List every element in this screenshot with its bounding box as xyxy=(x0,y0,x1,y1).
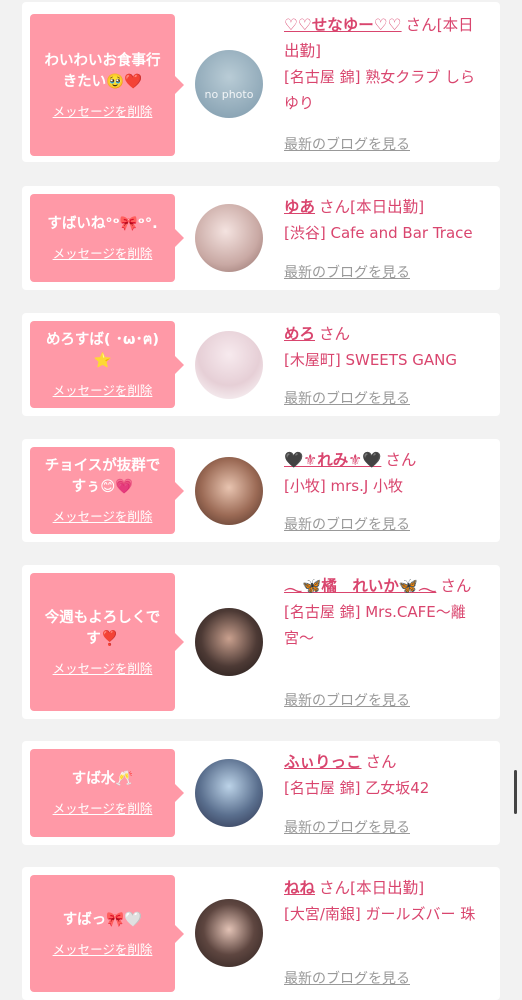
message-text: 今週もよろしくです❣️ xyxy=(44,609,161,647)
shop-name: [名古屋 錦] Mrs.CAFE〜離宮〜 xyxy=(284,603,466,647)
delete-message-link[interactable]: メッセージを削除 xyxy=(53,506,153,525)
message-text: めろすば( ･ω･ฅ)⭐ xyxy=(45,332,160,369)
girl-name-link[interactable]: 𓂃🦋橘 れいか🦋𓂃 xyxy=(284,577,436,595)
blog-link[interactable]: 最新のブログを見る xyxy=(284,262,410,282)
girl-info: めろ さん [木屋町] SWEETS GANG xyxy=(284,321,489,373)
message-card: チョイスが抜群ですぅ😊💗 メッセージを削除 🖤⚜れみ⚜🖤 さん [小牧] mrs.… xyxy=(22,439,500,542)
status-badge: [本日出勤] xyxy=(350,198,425,216)
avatar[interactable] xyxy=(195,759,263,827)
blog-link[interactable]: 最新のブログを見る xyxy=(284,134,410,154)
blog-link[interactable]: 最新のブログを見る xyxy=(284,690,410,710)
blog-link[interactable]: 最新のブログを見る xyxy=(284,968,410,988)
delete-message-link[interactable]: メッセージを削除 xyxy=(53,939,153,958)
girl-name-link[interactable]: 🖤⚜れみ⚜🖤 xyxy=(284,451,381,469)
message-text: すば水🥂 xyxy=(71,771,134,787)
honorific: さん xyxy=(405,16,437,34)
honorific: さん xyxy=(319,198,351,216)
message-card: すばいね°ᵒ🎀ᵒ°. メッセージを削除 ゆあ さん[本日出勤] [渋谷] Cafe… xyxy=(22,186,500,290)
girl-info: ふぃりっこ さん [名古屋 錦] 乙女坂42 xyxy=(284,749,489,801)
scrollbar[interactable] xyxy=(514,770,517,814)
girl-info: 🖤⚜れみ⚜🖤 さん [小牧] mrs.J 小牧 xyxy=(284,447,489,499)
avatar[interactable] xyxy=(195,608,263,676)
message-bubble: すばいね°ᵒ🎀ᵒ°. メッセージを削除 xyxy=(30,194,184,282)
girl-info: ねね さん[本日出勤] [大宮/南銀] ガールズバー 珠 xyxy=(284,875,489,927)
message-card: わいわいお食事行きたい🥹❤️ メッセージを削除 no photo ♡♡せなゆー♡… xyxy=(22,2,500,162)
message-bubble: 今週もよろしくです❣️ メッセージを削除 xyxy=(30,573,184,711)
delete-message-link[interactable]: メッセージを削除 xyxy=(53,798,153,817)
delete-message-link[interactable]: メッセージを削除 xyxy=(53,243,153,262)
delete-message-link[interactable]: メッセージを削除 xyxy=(53,101,153,120)
message-card: すばっ🎀🤍 メッセージを削除 ねね さん[本日出勤] [大宮/南銀] ガールズバー… xyxy=(22,867,500,1000)
blog-link[interactable]: 最新のブログを見る xyxy=(284,514,410,534)
avatar[interactable] xyxy=(195,331,263,399)
message-text: すばいね°ᵒ🎀ᵒ°. xyxy=(47,216,158,232)
message-text: すばっ🎀🤍 xyxy=(62,911,143,928)
message-card: 今週もよろしくです❣️ メッセージを削除 𓂃🦋橘 れいか🦋𓂃 さん [名古屋 錦]… xyxy=(22,565,500,719)
no-photo-text: no photo xyxy=(204,88,254,101)
honorific: さん xyxy=(365,753,397,771)
message-bubble: すばっ🎀🤍 メッセージを削除 xyxy=(30,875,184,992)
avatar[interactable] xyxy=(195,204,263,272)
blog-link[interactable]: 最新のブログを見る xyxy=(284,388,410,408)
girl-name-link[interactable]: ゆあ xyxy=(284,198,315,216)
girl-name-link[interactable]: ねね xyxy=(284,879,315,897)
message-bubble: めろすば( ･ω･ฅ)⭐ メッセージを削除 xyxy=(30,321,184,408)
shop-name: [大宮/南銀] ガールズバー 珠 xyxy=(284,905,476,923)
delete-message-link[interactable]: メッセージを削除 xyxy=(53,380,153,399)
girl-name-link[interactable]: ふぃりっこ xyxy=(284,753,362,771)
honorific: さん xyxy=(440,577,472,595)
shop-name: [名古屋 錦] 熟女クラブ しらゆり xyxy=(284,68,476,112)
avatar[interactable]: no photo xyxy=(195,50,263,118)
girl-name-link[interactable]: ♡♡せなゆー♡♡ xyxy=(284,16,402,34)
honorific: さん xyxy=(319,879,351,897)
message-bubble: チョイスが抜群ですぅ😊💗 メッセージを削除 xyxy=(30,447,184,534)
message-bubble: すば水🥂 メッセージを削除 xyxy=(30,749,184,837)
message-card: すば水🥂 メッセージを削除 ふぃりっこ さん [名古屋 錦] 乙女坂42 最新のブ… xyxy=(22,741,500,845)
shop-name: [小牧] mrs.J 小牧 xyxy=(284,477,404,495)
honorific: さん xyxy=(385,451,417,469)
message-text: チョイスが抜群ですぅ😊💗 xyxy=(44,458,161,495)
girl-info: ♡♡せなゆー♡♡ さん[本日出勤] [名古屋 錦] 熟女クラブ しらゆり xyxy=(284,12,489,116)
girl-info: ゆあ さん[本日出勤] [渋谷] Cafe and Bar Trace xyxy=(284,194,489,246)
avatar[interactable] xyxy=(195,899,263,967)
shop-name: [名古屋 錦] 乙女坂42 xyxy=(284,779,430,797)
message-card: めろすば( ･ω･ฅ)⭐ メッセージを削除 めろ さん [木屋町] SWEETS … xyxy=(22,313,500,416)
shop-name: [木屋町] SWEETS GANG xyxy=(284,351,457,369)
blog-link[interactable]: 最新のブログを見る xyxy=(284,817,410,837)
delete-message-link[interactable]: メッセージを削除 xyxy=(53,658,153,677)
message-text: わいわいお食事行きたい🥹❤️ xyxy=(44,52,161,90)
status-badge: [本日出勤] xyxy=(350,879,425,897)
shop-name: [渋谷] Cafe and Bar Trace xyxy=(284,224,473,242)
girl-name-link[interactable]: めろ xyxy=(284,325,315,343)
girl-info: 𓂃🦋橘 れいか🦋𓂃 さん [名古屋 錦] Mrs.CAFE〜離宮〜 xyxy=(284,573,489,651)
message-bubble: わいわいお食事行きたい🥹❤️ メッセージを削除 xyxy=(30,14,184,156)
avatar[interactable] xyxy=(195,457,263,525)
honorific: さん xyxy=(319,325,351,343)
